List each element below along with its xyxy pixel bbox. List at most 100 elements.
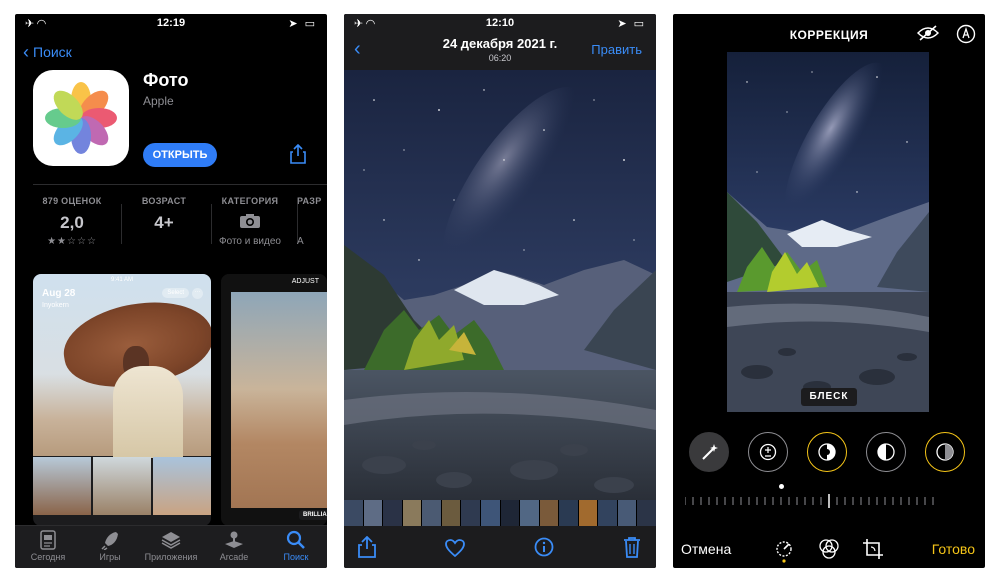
adjustment-name-badge: БЛЕСК (801, 388, 857, 406)
tab-today[interactable]: Сегодня (17, 530, 79, 562)
screenshot-photo (231, 292, 327, 508)
share-icon[interactable] (290, 143, 306, 169)
rating-value: 2,0 (60, 213, 84, 232)
search-icon (265, 530, 327, 552)
nav-bar: ✈ ◠ 12:10 ➤ ▭ ‹ 24 декабря 2021 г. 06:20… (344, 14, 656, 70)
thumbnail[interactable] (344, 500, 363, 526)
developer-value-blank (297, 213, 327, 233)
edit-button[interactable]: Править (591, 42, 642, 57)
tab-label: Arcade (219, 552, 249, 562)
thumbnail[interactable] (637, 500, 656, 526)
category-value: Фото и видео (219, 236, 281, 247)
heart-icon[interactable] (445, 539, 465, 562)
back-label: Поиск (33, 44, 72, 60)
exposure-icon (759, 443, 777, 461)
ratings-info: 879 ОЦЕНОК 2,0 ★★☆☆☆ (27, 196, 117, 247)
tab-label: Приложения (144, 552, 198, 562)
tab-apps[interactable]: Приложения (140, 530, 202, 562)
back-button[interactable]: ‹ Поиск (23, 42, 72, 63)
edited-landscape-photo (727, 52, 929, 412)
tab-arcade[interactable]: Arcade (203, 530, 265, 562)
markup-pen-icon[interactable] (956, 24, 976, 49)
thumbnail[interactable] (559, 500, 578, 526)
body-shape (113, 366, 183, 458)
cancel-button[interactable]: Отмена (681, 541, 731, 557)
adjustment-slider[interactable] (685, 494, 935, 508)
grid-photo (153, 457, 211, 515)
adjust-dial-icon[interactable] (773, 538, 795, 568)
screenshot-time: 9:41 AM (110, 277, 133, 283)
status-bar: ✈ ◠ 12:19 ➤ ▭ (15, 14, 327, 34)
screenshot-select: Select (162, 288, 189, 298)
thumbnail[interactable] (402, 500, 422, 526)
thumbnail[interactable] (480, 500, 500, 526)
screenshot-location: Inyokern (42, 302, 69, 309)
filters-icon[interactable] (818, 538, 840, 565)
camera-icon (205, 213, 295, 233)
age-value: 4+ (154, 213, 174, 232)
auto-enhance-button[interactable] (689, 432, 729, 472)
joystick-icon (203, 530, 265, 552)
app-screenshot[interactable]: 9:41 AM Aug 28 Inyokern Select ··· (33, 274, 211, 526)
thumbnail[interactable] (617, 500, 637, 526)
thumbnail[interactable] (578, 500, 598, 526)
trash-icon[interactable] (623, 536, 641, 563)
app-developer: Apple (143, 94, 174, 108)
brilliance-button[interactable] (807, 432, 847, 472)
thumbnail[interactable] (422, 500, 441, 526)
thumbnail[interactable] (461, 500, 480, 526)
status-bar: ✈ ◠ 12:10 ➤ ▭ (344, 14, 656, 34)
thumbnail[interactable] (383, 500, 402, 526)
more-icon: ··· (192, 288, 203, 299)
age-label: ВОЗРАСТ (141, 196, 187, 206)
category-label: КАТЕГОРИЯ (221, 196, 279, 206)
rocket-icon (79, 530, 141, 552)
tab-label: Сегодня (30, 552, 66, 562)
thumbnail-strip[interactable] (344, 500, 656, 526)
status-time: 12:19 (156, 17, 186, 29)
photo-viewer-screen: ✈ ◠ 12:10 ➤ ▭ ‹ 24 декабря 2021 г. 06:20… (344, 14, 656, 568)
share-icon[interactable] (358, 535, 376, 563)
highlights-button[interactable] (866, 432, 906, 472)
brilliance-icon (818, 443, 836, 461)
info-icon[interactable] (534, 537, 554, 562)
tab-search[interactable]: Поиск (265, 530, 327, 562)
tab-games[interactable]: Игры (79, 530, 141, 562)
open-button[interactable]: ОТКРЫТЬ (143, 143, 217, 167)
rating-stars: ★★☆☆☆ (47, 236, 97, 247)
thumbnail[interactable] (520, 500, 539, 526)
screenshot-header: ADJUST (221, 274, 327, 290)
status-time: 12:10 (485, 17, 515, 29)
tab-label: Игры (99, 552, 121, 562)
screenshot-badge: BRILLIANCE (299, 510, 327, 520)
thumbnail[interactable] (598, 500, 617, 526)
thumbnail[interactable] (441, 500, 461, 526)
crop-rotate-icon[interactable] (862, 538, 884, 565)
developer-label: РАЗР (297, 196, 322, 206)
thumbnail[interactable] (500, 500, 520, 526)
photos-app-icon (33, 70, 129, 166)
photo-editor-screen: КОРРЕКЦИЯ БЛЕСК Отмена Готово (673, 14, 985, 568)
ratings-label: 879 ОЦЕНОК (42, 196, 102, 206)
app-screenshot[interactable]: ADJUST BRILLIANCE (221, 274, 327, 526)
grid-photo (33, 457, 91, 515)
thumbnail[interactable] (363, 500, 383, 526)
thumbnail[interactable] (539, 500, 559, 526)
app-store-screen: ✈ ◠ 12:19 ➤ ▭ ‹ Поиск Фото Apple ОТКРЫТЬ … (15, 14, 327, 568)
battery-icon: ➤ ▭ (617, 18, 646, 30)
age-info: ВОЗРАСТ 4+ (119, 196, 209, 233)
today-icon (17, 530, 79, 552)
shadows-button[interactable] (925, 432, 965, 472)
night-landscape-photo (344, 70, 656, 500)
highlights-icon (877, 443, 895, 461)
app-name: Фото (143, 70, 189, 90)
screenshot-date: Aug 28 (42, 288, 76, 299)
slider-indicator (779, 484, 784, 489)
grid-photo (93, 457, 151, 515)
done-button[interactable]: Готово (932, 541, 975, 557)
magic-wand-icon (702, 444, 718, 460)
exposure-button[interactable] (748, 432, 788, 472)
divider (33, 184, 327, 185)
battery-icon: ➤ ▭ (288, 18, 317, 30)
hide-eye-icon[interactable] (916, 25, 940, 46)
